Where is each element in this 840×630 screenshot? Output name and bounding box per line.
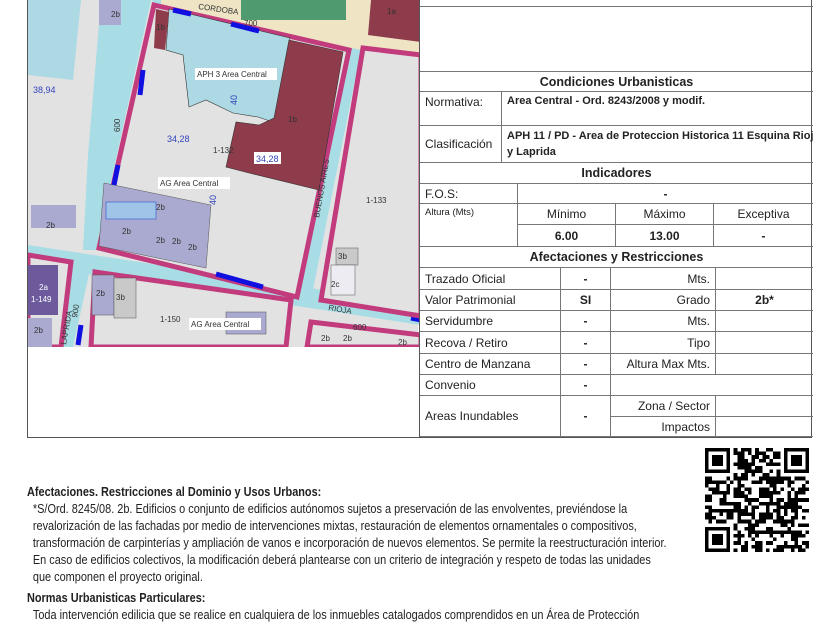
restriction-label: Trazado Oficial [420,268,561,290]
section-title-indicadores: Indicadores [420,163,813,184]
restriction-value: - [561,396,611,437]
parcel-label: 1a [387,7,396,16]
parcel-label: 2b [122,227,131,236]
normas-heading: Normas Urbanisticas Particulares: [27,590,206,605]
street-number: 600 [353,323,367,332]
excepcional-value: - [714,225,813,247]
parcel-label: 2b [188,243,197,252]
restriction-label: Servidumbre [420,311,561,332]
note-line: Toda intervención edilicia que se realic… [32,607,640,622]
dimension-label: 40 [208,195,218,205]
parcel-label: 1b [288,115,297,124]
dimension-label: 34,28 [167,134,190,144]
dimension-label: 34,28 [256,154,279,164]
minimo-label: Mínimo [518,204,616,225]
zone-label: AG Area Central [160,179,218,188]
restriction-value: - [561,332,611,354]
parcel-label: 1-132 [213,146,234,155]
restriction-label: Centro de Manzana [420,354,561,375]
maximo-value: 13.00 [616,225,714,247]
parcel-label: 2b [96,289,105,298]
restriction-sub-label: Tipo [611,332,716,354]
restriction-sub-label: Altura Max Mts. [611,354,716,375]
parcel-label: 2b [343,334,352,343]
restriction-sub-value: 2b* [716,290,813,311]
restriction-sub-label: Zona / Sector [611,396,716,417]
section-title-condiciones: Condiciones Urbanisticas [420,72,813,92]
fos-label: F.O.S: [420,184,518,204]
parcel-highlight [105,201,157,220]
restriction-sub-label: Mts. [611,311,716,332]
truncated-row [420,0,813,7]
excepcional-label: Exceptiva [714,204,813,225]
dimension-label: 40 [229,95,239,105]
restriction-label: Areas Inundables [420,396,561,437]
zone-label: AG Area Central [191,320,249,329]
empty-cell [611,375,813,396]
parcel-label: 1-133 [366,196,387,205]
green-block [241,0,346,20]
clasificacion-label: Clasificación [420,126,502,163]
street-number: 700 [244,19,258,28]
parcel-label: 2b [46,221,55,230]
zone-label: APH 3 Area Central [197,70,267,79]
parcel-label: 1-150 [160,315,181,324]
restriction-value: - [561,375,611,396]
restriction-value: - [561,311,611,332]
clasificacion-line: y Laprida [507,146,556,158]
blank-area [420,7,813,72]
maximo-label: Máximo [616,204,714,225]
note-line: En caso de edificios colectivos, la modi… [32,552,651,567]
normativa-value: Area Central - Ord. 8243/2008 y modif. [502,92,813,126]
restriction-sub-value [716,354,813,375]
afectaciones-heading: Afectaciones. Restricciones al Dominio y… [27,484,322,499]
restriction-sub-value [716,417,813,437]
altura-label: Altura (Mts) [420,204,518,247]
restriction-sub-label: Mts. [611,268,716,290]
minimo-value: 6.00 [518,225,616,247]
restriction-sub-value [716,332,813,354]
parcel-label: 3b [116,293,125,302]
restriction-value: SI [561,290,611,311]
normativa-label: Normativa: [420,92,502,126]
parcel-label: 2b [321,334,330,343]
note-line: que componen el proyecto original. [32,569,203,584]
dimension-label: 38,94 [33,85,56,95]
restriction-label: Recova / Retiro [420,332,561,354]
note-line: transformación de carpinterías y ampliac… [32,535,667,550]
restriction-sub-label: Impactos [611,417,716,437]
parcel-label: 1b [156,23,165,32]
aph-west [28,0,81,80]
parcel-label: 2b [172,237,181,246]
qr-code[interactable] [705,448,809,552]
parcel-label: 2b [34,326,43,335]
restriction-value: - [561,354,611,375]
restriction-value: - [561,268,611,290]
clasificacion-value: APH 11 / PD - Area de Proteccion Histori… [502,126,813,163]
restriction-label: Valor Patrimonial [420,290,561,311]
restriction-sub-value [716,268,813,290]
parcel-label: 2b [156,236,165,245]
parcel-label: 2c [331,280,339,289]
section-title-afectaciones: Afectaciones y Restricciones [420,247,813,268]
fos-value: - [518,184,813,204]
restriction-sub-value [716,311,813,332]
parcel-label: 2b [398,338,407,347]
restriction-sub-label: Grado [611,290,716,311]
parcel-label: 2b [111,10,120,19]
parcel-map[interactable]: CORDOBA 700 1a 2b 1b APH 3 Area Central … [25,0,424,350]
note-line: *S/Ord. 8245/08. 2b. Edificios o conjunt… [32,501,628,516]
parcel-label: 3b [338,252,347,261]
parcel-label: 1-149 [31,295,52,304]
note-line: revalorización de las fachadas por medio… [32,518,637,533]
parcel-label: 2a [39,283,48,292]
map-footer-area [27,347,420,438]
urban-conditions-table: Condiciones Urbanisticas Normativa: Area… [419,0,813,438]
clasificacion-line: APH 11 / PD - Area de Proteccion Histori… [507,130,813,142]
notes-section: Afectaciones. Restricciones al Dominio y… [27,483,667,623]
street-number: 600 [113,118,122,132]
restriction-sub-value [716,396,813,417]
parcel-label: 2b [156,203,165,212]
restriction-label: Convenio [420,375,561,396]
